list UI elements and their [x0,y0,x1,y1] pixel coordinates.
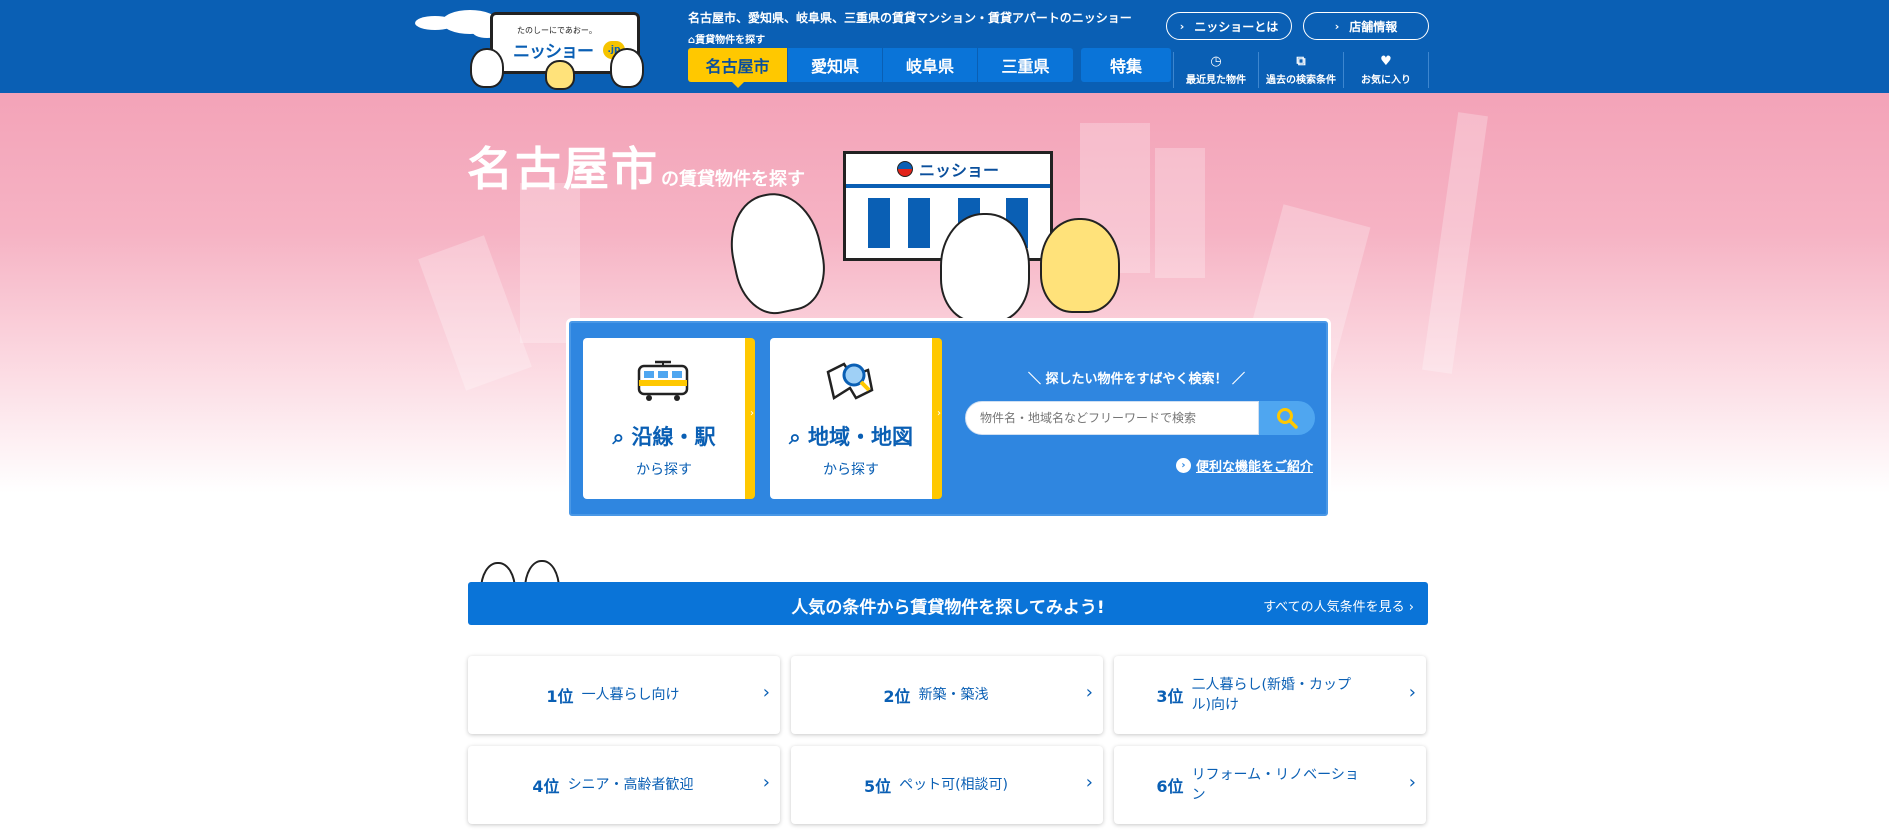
search-history-button[interactable]: ⧉ 過去の検索条件 [1259,52,1344,88]
dog-mascot-icon [940,213,1030,323]
chevron-right-icon: › [1408,600,1414,615]
dog-mascot-icon [470,48,504,88]
dog-mascot-icon [610,48,644,88]
recently-viewed-button[interactable]: ◷ 最近見た物件 [1174,52,1259,88]
hero-title-city: 名古屋市 [467,142,659,196]
popular-condition-card[interactable]: 1位 一人暮らし向け › [468,656,780,734]
popular-condition-card[interactable]: 5位 ペット可(相談可) › [791,746,1103,824]
dog-mascot-icon [720,184,834,322]
site-logo[interactable]: たのしーにであおー。 ニッショー .jp [410,4,670,92]
chevron-right-icon: › [1408,682,1416,703]
store-sign: ニッショー [846,154,1050,188]
rank-number: 5位 [863,777,892,796]
hero-title: 名古屋市 の賃貸物件を探す [467,133,805,199]
about-nissho-link[interactable]: › ニッショーとは [1166,12,1292,40]
card-subtitle: から探す [636,462,692,478]
area-tabs: 名古屋市 愛知県 岐阜県 三重県 特集 [688,48,1171,88]
search-submit-button[interactable] [1259,401,1315,435]
freeword-search-input[interactable] [965,401,1259,435]
building-silhouette [418,235,532,391]
popular-condition-card[interactable]: 6位 リフォーム・リノベーション › [1114,746,1426,824]
store-info-link[interactable]: › 店舗情報 [1303,12,1429,40]
rank-label: 一人暮らし向け [581,687,680,703]
favorites-button[interactable]: ♥ お気に入り [1344,52,1429,88]
tab-mie[interactable]: 三重県 [978,48,1073,82]
search-icon: ⌕ [788,425,801,449]
rank-number: 3位 [1156,687,1184,706]
chevron-right-icon: › [750,408,754,419]
search-icon [1277,408,1298,429]
chevron-right-icon: › [1334,19,1340,33]
chevron-right-icon: › [937,408,941,419]
rental-search-label: ⌂賃貸物件を探す [688,35,766,46]
monkey-mascot-icon [545,60,575,90]
rank-label: 新築・築浅 [918,687,989,703]
rank-number: 6位 [1156,777,1184,796]
tab-special-feature[interactable]: 特集 [1081,48,1171,82]
history-copy-icon: ⧉ [1296,53,1306,69]
rank-number: 4位 [532,777,560,796]
tab-aichi[interactable]: 愛知県 [788,48,883,82]
logo-wordmark: ニッショー [513,42,594,62]
tab-nagoya[interactable]: 名古屋市 [688,48,788,88]
chevron-right-icon: › [1408,772,1416,793]
popular-condition-card[interactable]: 3位 二人暮らし(新婚・カップル)向け › [1114,656,1426,734]
rank-number: 1位 [546,687,574,706]
chevron-right-icon: › [1085,682,1093,703]
hero-title-suffix: の賃貸物件を探す [661,169,805,190]
site-tagline: 名古屋市、愛知県、岐阜県、三重県の賃貸マンション・賃貸アパートのニッショー [688,11,1132,25]
useful-features-link[interactable]: › 便利な機能をご紹介 [1175,456,1313,475]
chevron-right-icon: › [1085,772,1093,793]
card-subtitle: から探す [823,462,879,478]
card-title: ⌕ 地域・地図 [788,425,914,449]
rank-number: 2位 [883,687,911,706]
nissho-logo-icon [896,161,913,177]
building-silhouette [1155,148,1205,278]
rank-label: シニア・高齢者歓迎 [567,777,694,793]
quick-search-prompt: ＼ 探したい物件をすばやく検索！ ／ [1027,372,1246,387]
clock-icon: ◷ [1210,53,1222,69]
user-tools: ◷ 最近見た物件 ⧉ 過去の検索条件 ♥ お気に入り [1173,52,1429,88]
map-search-icon [826,362,874,400]
card-title: ⌕ 沿線・駅 [612,425,716,449]
site-header: たのしーにであおー。 ニッショー .jp 名古屋市、愛知県、岐阜県、三重県の賃貸… [0,0,1889,93]
search-by-line-station-card[interactable]: ⌕ 沿線・駅 から探す › [583,338,755,499]
popular-condition-card[interactable]: 2位 新築・築浅 › [791,656,1103,734]
chevron-right-icon: › [762,772,770,793]
store-window [908,198,930,248]
monkey-mascot-icon [1040,218,1120,313]
chevron-right-circle-icon: › [1175,458,1191,473]
store-window [868,198,890,248]
popular-condition-card[interactable]: 4位 シニア・高齢者歓迎 › [468,746,780,824]
rank-label: 二人暮らし(新婚・カップル)向け [1191,677,1352,713]
rank-label: ペット可(相談可) [899,777,1009,793]
chevron-right-icon: › [1179,19,1185,33]
chevron-right-icon: › [762,682,770,703]
tab-gifu[interactable]: 岐阜県 [883,48,978,82]
all-popular-conditions-link[interactable]: すべての人気条件を見る › [1263,596,1414,615]
rank-label: リフォーム・リノベーション [1191,767,1359,803]
search-panel: ⌕ 沿線・駅 から探す › ⌕ 地域・地図 から探す › ＼ 探したい物件をすば… [566,318,1331,519]
search-icon: ⌕ [612,425,625,449]
logo-tagline: たのしーにであおー。 [517,26,597,35]
train-icon [637,360,689,401]
tv-tower-silhouette [1422,112,1488,374]
search-by-area-map-card[interactable]: ⌕ 地域・地図 から探す › [770,338,942,499]
popular-conditions-header: 人気の条件から賃貸物件を探してみよう! すべての人気条件を見る › [468,582,1428,625]
heart-icon: ♥ [1380,53,1392,69]
